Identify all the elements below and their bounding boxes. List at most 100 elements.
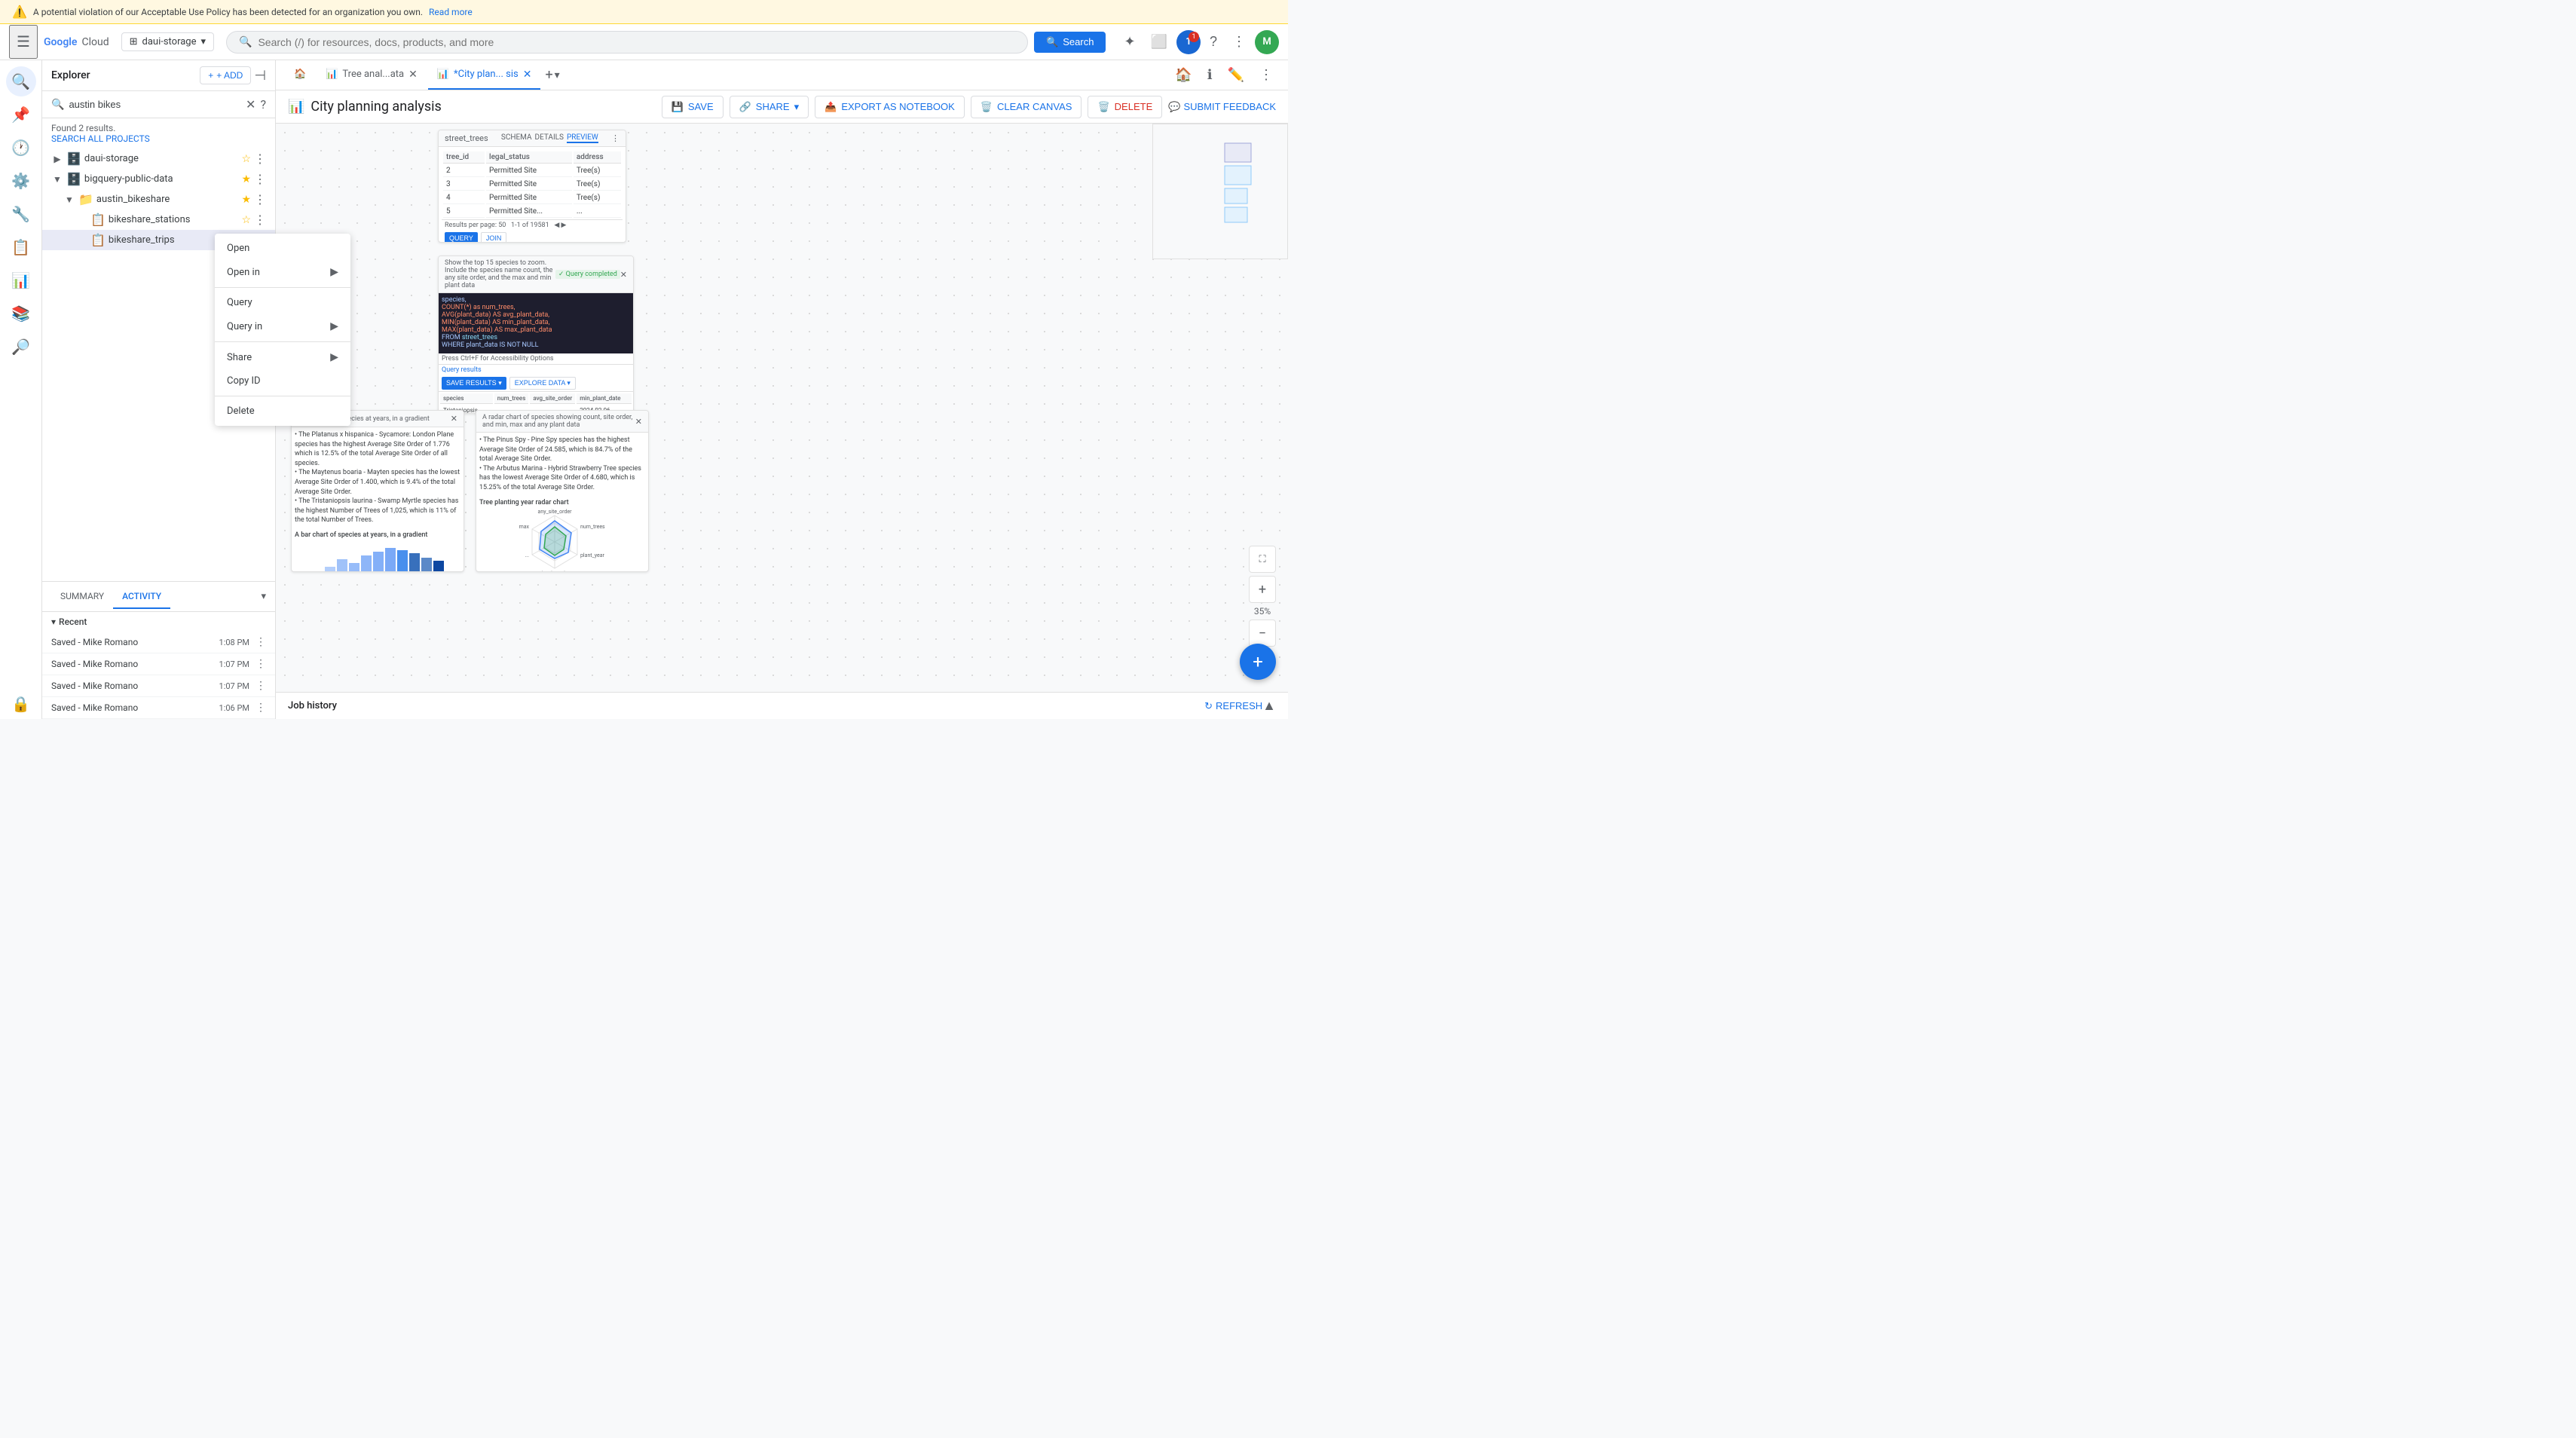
sidebar-icon-explorer[interactable]: 🔍	[6, 66, 36, 96]
gemini-button[interactable]: ✦	[1118, 28, 1141, 56]
save-results-btn[interactable]: SAVE RESULTS ▾	[442, 377, 506, 390]
tree-menu-icon[interactable]: ⋮	[254, 192, 266, 207]
project-selector[interactable]: ⊞ daui-storage ▾	[121, 32, 214, 51]
fit-to-screen-button[interactable]: ⛶	[1249, 546, 1276, 573]
canvas-card-radar-chart: A radar chart of species showing count, …	[476, 410, 649, 572]
delete-button[interactable]: 🗑️ DELETE	[1088, 96, 1162, 118]
collapse-explorer-button[interactable]: ⊣	[254, 68, 266, 84]
sidebar-icon-chart[interactable]: 📊	[6, 265, 36, 295]
sidebar-icon-layers[interactable]: 📚	[6, 298, 36, 329]
tab-summary[interactable]: SUMMARY	[51, 585, 113, 609]
add-tab-button[interactable]: +	[545, 67, 552, 83]
star-icon[interactable]: ★	[241, 173, 251, 185]
tree-item-daui-storage[interactable]: ▶ 🗄️ daui-storage ☆ ⋮	[42, 148, 275, 169]
preview-tab[interactable]: PREVIEW	[567, 133, 598, 143]
join-card-btn[interactable]: JOIN	[481, 232, 507, 243]
delete-icon: 🗑️	[1097, 101, 1109, 113]
context-menu-open-in[interactable]: Open in ▶	[215, 260, 276, 284]
tab-panel-more-icon[interactable]: ⋮	[1253, 61, 1279, 89]
cloud-shell-button[interactable]: ⬜	[1145, 28, 1173, 56]
activity-menu-icon[interactable]: ⋮	[255, 702, 266, 714]
svg-text:max: max	[519, 524, 530, 530]
search-help-icon[interactable]: ?	[260, 97, 266, 112]
tree-menu-icon[interactable]: ⋮	[254, 172, 266, 186]
sidebar-icon-list[interactable]: 📋	[6, 232, 36, 262]
activity-menu-icon[interactable]: ⋮	[255, 680, 266, 692]
tree-menu-icon[interactable]: ⋮	[254, 151, 266, 166]
context-menu-delete[interactable]: Delete	[215, 399, 276, 423]
query-results-label: Query results	[442, 366, 482, 374]
tab-dropdown-button[interactable]: ▾	[555, 69, 560, 81]
explore-data-btn[interactable]: EXPLORE DATA ▾	[509, 377, 576, 390]
radar-chart-container: Tree planting year radar chart	[476, 496, 648, 571]
context-menu-share[interactable]: Share ▶	[215, 345, 276, 369]
explorer-search-input[interactable]	[69, 99, 241, 110]
tab-activity[interactable]: ACTIVITY	[113, 585, 170, 609]
card-close-icon[interactable]: ✕	[451, 414, 457, 424]
context-menu-copy-id[interactable]: Copy ID	[215, 369, 276, 393]
tab-panel-info-icon[interactable]: ℹ	[1201, 61, 1219, 89]
sidebar-icon-lock[interactable]: 🔒	[6, 689, 36, 719]
query-card-btn[interactable]: QUERY	[445, 232, 478, 243]
card-more-icon[interactable]: ⋮	[611, 133, 620, 143]
global-search-button[interactable]: 🔍 Search	[1034, 32, 1106, 53]
tab-city-planning[interactable]: 📊 *City plan... sis ✕	[428, 60, 541, 90]
export-notebook-button[interactable]: 📤 EXPORT AS NOTEBOOK	[815, 96, 965, 118]
bottom-panel-collapse-icon[interactable]: ▾	[261, 591, 266, 602]
more-options-button[interactable]: ⋮	[1226, 28, 1252, 56]
sidebar-icon-tools[interactable]: 🔧	[6, 199, 36, 229]
global-search-input[interactable]	[258, 36, 1015, 48]
card-close-icon[interactable]: ✕	[635, 417, 642, 427]
expand-recent-icon[interactable]: ▾	[51, 617, 56, 627]
close-tab-icon[interactable]: ✕	[523, 69, 532, 81]
sidebar-icon-history[interactable]: 🕐	[6, 133, 36, 163]
zoom-in-button[interactable]: +	[1249, 576, 1276, 603]
search-all-projects-link[interactable]: SEARCH ALL PROJECTS	[51, 133, 150, 144]
add-button[interactable]: + + ADD	[200, 66, 251, 84]
context-menu-query[interactable]: Query	[215, 291, 276, 314]
hamburger-menu[interactable]: ☰	[9, 25, 38, 59]
tree-menu-icon[interactable]: ⋮	[254, 213, 266, 227]
tab-home[interactable]: 🏠 ✕	[285, 60, 315, 90]
tree-item-austin-bikeshare[interactable]: ▼ 📁 austin_bikeshare ★ ⋮	[42, 189, 275, 210]
tree-toggle-icon: ▼	[51, 173, 63, 185]
user-profile-avatar[interactable]: M	[1255, 30, 1279, 54]
context-menu-query-in[interactable]: Query in ▶	[215, 314, 276, 338]
share-button[interactable]: 🔗 SHARE ▾	[730, 96, 809, 118]
card-close-icon[interactable]: ✕	[620, 270, 627, 280]
submit-feedback-button[interactable]: 💬 SUBMIT FEEDBACK	[1168, 101, 1276, 113]
details-tab[interactable]: DETAILS	[535, 133, 564, 143]
help-button[interactable]: ?	[1204, 28, 1223, 56]
collapse-job-history-icon[interactable]: ▲	[1262, 698, 1276, 714]
tree-item-bikeshare-stations[interactable]: 📋 bikeshare_stations ☆ ⋮	[42, 210, 275, 230]
star-icon[interactable]: ★	[241, 194, 251, 206]
clear-canvas-button[interactable]: 🗑️ CLEAR CANVAS	[971, 96, 1082, 118]
refresh-button[interactable]: ↻ REFRESH	[1204, 700, 1262, 712]
share-label: Share	[227, 352, 252, 363]
schema-tab[interactable]: SCHEMA	[501, 133, 532, 143]
search-clear-icon[interactable]: ✕	[246, 97, 255, 112]
close-tab-icon[interactable]: ✕	[408, 69, 418, 81]
tab-tree-analysis[interactable]: 📊 Tree anal...ata ✕	[317, 60, 427, 90]
tree-item-bigquery-public-data[interactable]: ▼ 🗄️ bigquery-public-data ★ ⋮	[42, 169, 275, 189]
tab-panel-edit-icon[interactable]: ✏️	[1222, 61, 1250, 89]
sidebar-icon-settings[interactable]: ⚙️	[6, 166, 36, 196]
svg-text:plant_year: plant_year	[580, 552, 605, 558]
tab-panel-home-icon[interactable]: 🏠	[1169, 61, 1198, 89]
sidebar-icon-pin[interactable]: 📌	[6, 99, 36, 130]
zoom-out-button[interactable]: −	[1249, 620, 1276, 647]
card-header: A radar chart of species showing count, …	[476, 411, 648, 433]
query-in-label: Query in	[227, 321, 262, 332]
star-icon[interactable]: ☆	[241, 153, 251, 165]
context-menu-open[interactable]: Open	[215, 237, 276, 260]
activity-menu-icon[interactable]: ⋮	[255, 636, 266, 648]
activity-menu-icon[interactable]: ⋮	[255, 658, 266, 670]
table-icon: 📋	[90, 213, 106, 227]
code-line: COUNT(*) as num_trees,	[442, 304, 630, 311]
canvas-area[interactable]: street_trees SCHEMA DETAILS PREVIEW ⋮ tr…	[276, 124, 1288, 692]
add-fab-button[interactable]: +	[1240, 644, 1276, 680]
star-icon[interactable]: ☆	[241, 214, 251, 226]
warning-link[interactable]: Read more	[429, 7, 473, 17]
save-button[interactable]: 💾 SAVE	[662, 96, 724, 118]
sidebar-icon-search2[interactable]: 🔎	[6, 332, 36, 362]
